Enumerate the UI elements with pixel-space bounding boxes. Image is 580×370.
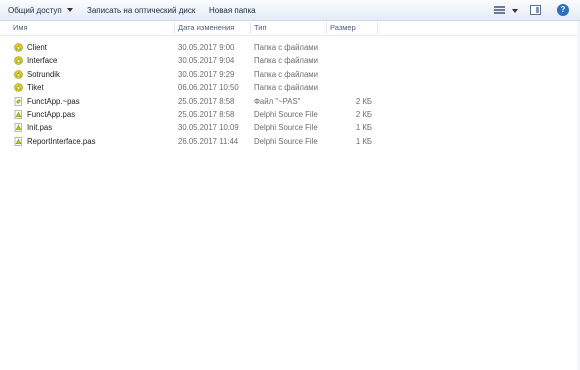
file-type: Файл "~PAS": [254, 96, 301, 106]
file-name: FunctApp.~pas: [27, 96, 80, 106]
file-type: Delphi Source File: [254, 123, 318, 133]
file-row[interactable]: ReportInterface.pas 26.05.2017 11:44 Del…: [0, 135, 580, 148]
file-name: Client: [27, 43, 47, 52]
file-size: 2 КБ: [355, 96, 372, 106]
file-type: Папка с файлами: [254, 43, 319, 52]
column-header: Имя Дата изменения Тип Размер: [0, 21, 580, 36]
preview-pane-icon[interactable]: [530, 5, 541, 15]
column-divider[interactable]: [326, 22, 327, 34]
column-size-header[interactable]: Размер: [330, 21, 356, 35]
file-row[interactable]: Init.pas 30.05.2017 10:09 Delphi Source …: [0, 121, 580, 134]
file-row[interactable]: Interface 30.05.2017 9:04 Папка с файлам…: [0, 54, 580, 67]
file-list: Client 30.05.2017 9:00 Папка с файлами I…: [0, 41, 580, 148]
explorer-window: Общий доступ Записать на оптический диск…: [0, 0, 580, 370]
file-type: Папка с файлами: [254, 83, 319, 93]
column-date-header[interactable]: Дата изменения: [178, 21, 234, 35]
help-icon[interactable]: ?: [557, 4, 569, 16]
file-date: 30.05.2017 9:29: [178, 69, 235, 79]
share-button-label: Общий доступ: [8, 6, 62, 15]
delphi-folder-icon: [14, 69, 23, 79]
chevron-down-icon: [66, 8, 73, 12]
file-name: Init.pas: [27, 123, 53, 133]
column-type-header[interactable]: Тип: [254, 21, 267, 35]
file-type: Delphi Source File: [254, 109, 318, 119]
file-name: Interface: [27, 56, 58, 66]
delphi-folder-icon: [14, 43, 23, 52]
delphi-source-file-icon: [14, 123, 23, 133]
file-date: 25.05.2017 8:58: [178, 109, 235, 119]
file-name: Sotrundik: [27, 69, 60, 79]
column-divider[interactable]: [174, 22, 175, 34]
file-date: 25.05.2017 8:58: [178, 96, 235, 106]
file-size: 1 КБ: [355, 136, 372, 146]
delphi-folder-icon: [14, 56, 23, 66]
burn-disc-button[interactable]: Записать на оптический диск: [87, 3, 195, 18]
view-options-dropdown-icon[interactable]: [512, 9, 518, 13]
view-options-icon[interactable]: [494, 6, 505, 15]
delphi-folder-icon: [14, 83, 23, 92]
file-name: Tiket: [27, 83, 44, 93]
file-row[interactable]: FunctApp.pas 25.05.2017 8:58 Delphi Sour…: [0, 108, 580, 121]
file-date: 06.06.2017 10:50: [178, 83, 239, 93]
file-row[interactable]: FunctApp.~pas 25.05.2017 8:58 Файл "~PAS…: [0, 95, 580, 108]
share-button[interactable]: Общий доступ: [8, 3, 73, 18]
column-name-header[interactable]: Имя: [13, 21, 28, 35]
file-type: Папка с файлами: [254, 69, 319, 79]
delphi-source-file-icon: [14, 110, 23, 119]
file-name: ReportInterface.pas: [27, 136, 96, 146]
column-divider[interactable]: [250, 22, 251, 34]
file-type: Папка с файлами: [254, 56, 319, 66]
file-size: 2 КБ: [355, 109, 372, 119]
file-row[interactable]: Sotrundik 30.05.2017 9:29 Папка с файлам…: [0, 68, 580, 81]
new-folder-button[interactable]: Новая папка: [209, 3, 256, 18]
file-size: 1 КБ: [355, 123, 372, 133]
file-date: 30.05.2017 9:04: [178, 56, 235, 66]
file-row[interactable]: Tiket 06.06.2017 10:50 Папка с файлами: [0, 81, 580, 94]
file-row[interactable]: Client 30.05.2017 9:00 Папка с файлами: [0, 41, 580, 54]
command-bar: Общий доступ Записать на оптический диск…: [0, 0, 580, 21]
column-divider[interactable]: [377, 22, 378, 34]
tilde-pas-file-icon: [14, 96, 23, 106]
file-type: Delphi Source File: [254, 136, 318, 146]
file-date: 26.05.2017 11:44: [178, 136, 239, 146]
file-date: 30.05.2017 9:00: [178, 43, 235, 52]
file-name: FunctApp.pas: [27, 109, 76, 119]
file-date: 30.05.2017 10:09: [178, 123, 239, 133]
delphi-source-file-icon: [14, 136, 23, 146]
